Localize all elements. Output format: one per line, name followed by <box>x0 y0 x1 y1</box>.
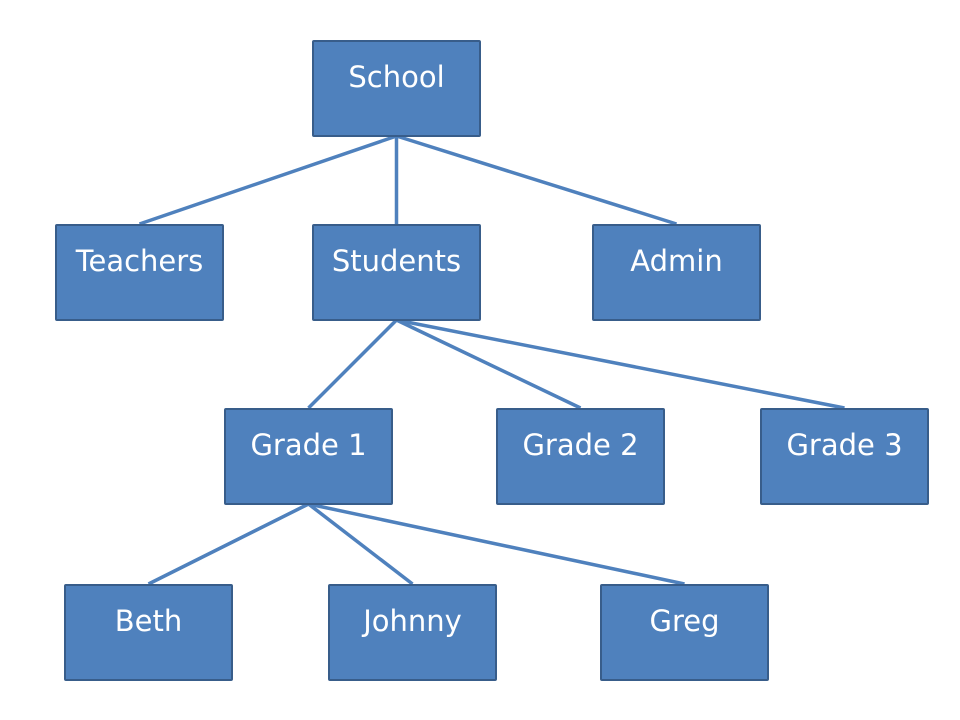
connector-grade1-beth <box>147 502 310 586</box>
node-grade1[interactable]: Grade 1 <box>224 408 393 505</box>
connector-students-grade2 <box>395 318 582 410</box>
connector-students-grade3 <box>396 318 845 410</box>
node-greg[interactable]: Greg <box>600 584 769 681</box>
connector-school-admin <box>395 134 678 226</box>
node-beth[interactable]: Beth <box>64 584 233 681</box>
node-grade2[interactable]: Grade 2 <box>496 408 665 505</box>
node-admin[interactable]: Admin <box>592 224 761 321</box>
org-chart: School Teachers Students Admin Grade 1 Grade … <box>0 0 960 720</box>
node-school[interactable]: School <box>312 40 481 137</box>
connector-students-grade1 <box>307 318 398 410</box>
node-label: School <box>348 60 445 94</box>
node-label: Grade 3 <box>786 428 903 462</box>
node-label: Grade 1 <box>250 428 367 462</box>
node-label: Teachers <box>75 244 204 278</box>
node-grade3[interactable]: Grade 3 <box>760 408 929 505</box>
node-teachers[interactable]: Teachers <box>55 224 224 321</box>
node-students[interactable]: Students <box>312 224 481 321</box>
node-label: Students <box>331 244 462 278</box>
node-label: Grade 2 <box>522 428 639 462</box>
node-label: Greg <box>649 604 720 638</box>
node-johnny[interactable]: Johnny <box>328 584 497 681</box>
node-label: Beth <box>114 604 183 638</box>
connector-grade1-greg <box>308 502 685 586</box>
connector-school-teachers <box>138 134 398 226</box>
node-label: Johnny <box>363 604 462 638</box>
node-label: Admin <box>630 244 723 278</box>
